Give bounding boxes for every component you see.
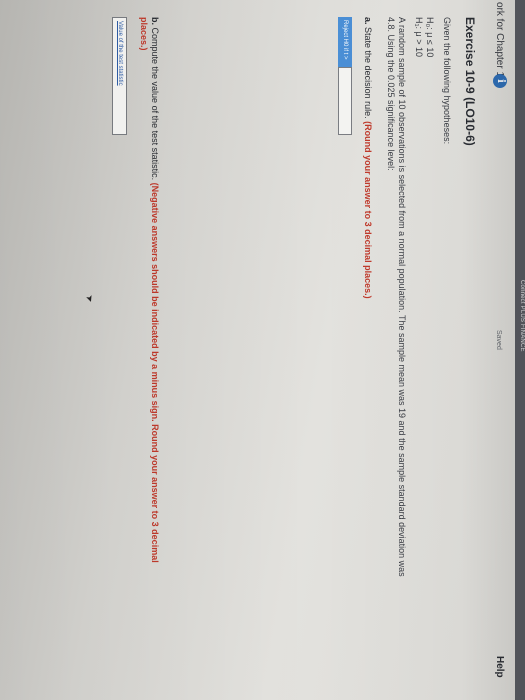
part-b-question: b. Compute the value of the test statist… bbox=[138, 17, 160, 577]
help-link[interactable]: Help bbox=[494, 656, 505, 678]
top-bar-text: Connect PLUS FINANCE bbox=[519, 280, 525, 352]
top-bar: Connect PLUS FINANCE bbox=[515, 0, 525, 700]
page: Connect PLUS FINANCE ork for Chapter 10 … bbox=[0, 0, 525, 700]
info-icon[interactable]: i bbox=[493, 74, 507, 88]
null-hypothesis: H₀: μ ≤ 10 bbox=[425, 17, 435, 58]
decision-rule-dropdown[interactable]: Reject H0 if t > bbox=[338, 17, 352, 67]
given-text: Given the following hypotheses: bbox=[442, 17, 452, 145]
part-b-label: b. bbox=[150, 17, 160, 25]
rotated-screen: Connect PLUS FINANCE ork for Chapter 10 … bbox=[0, 0, 525, 700]
alternative-hypothesis: H₁: μ > 10 bbox=[414, 17, 424, 57]
saved-status: Saved bbox=[495, 330, 502, 350]
part-a-instruction: (Round your answer to 3 decimal places.) bbox=[363, 121, 373, 299]
test-statistic-placeholder: Value of the test statistic bbox=[117, 21, 123, 86]
part-b-text: Compute the value of the test statistic. bbox=[150, 27, 160, 181]
header: ork for Chapter 10 i Saved Help bbox=[485, 0, 513, 700]
decision-rule-input[interactable] bbox=[338, 67, 352, 135]
breadcrumb[interactable]: ork for Chapter 10 bbox=[494, 2, 505, 83]
problem-statement: A random sample of 10 observations is se… bbox=[386, 17, 407, 577]
mouse-cursor-icon: ➤ bbox=[83, 293, 96, 304]
part-a-label: a. bbox=[363, 17, 373, 25]
part-a-question: a. State the decision rule. (Round your … bbox=[363, 17, 373, 299]
part-a-text: State the decision rule. bbox=[363, 27, 373, 119]
exercise-title: Exercise 10-9 (LO10-6) bbox=[463, 17, 477, 146]
test-statistic-input[interactable]: Value of the test statistic bbox=[112, 17, 127, 135]
question-content: Exercise 10-9 (LO10-6) Given the followi… bbox=[0, 0, 485, 700]
